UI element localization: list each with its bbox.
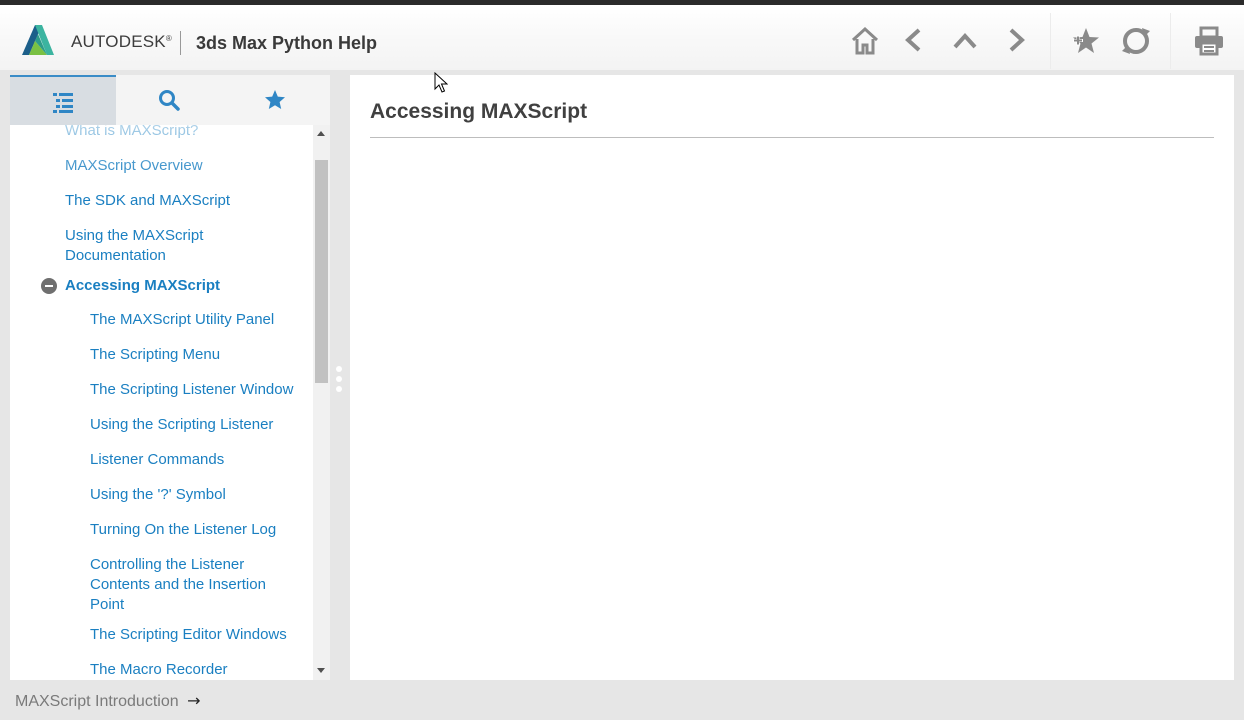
scroll-down-arrow-icon[interactable]: [317, 668, 325, 673]
navigation-tabs: [10, 75, 330, 125]
panel-resize-handle[interactable]: [336, 366, 342, 392]
toc-item[interactable]: The SDK and MAXScript: [65, 191, 295, 211]
table-of-contents-icon: [53, 93, 73, 113]
table-of-contents: What is MAXScript? MAXScript Overview Th…: [10, 125, 313, 680]
back-button[interactable]: [898, 25, 930, 57]
toc-subitem[interactable]: Controlling the Listener Contents and th…: [90, 555, 290, 615]
header-separator: [1170, 13, 1171, 69]
tab-search[interactable]: [116, 75, 222, 125]
toc-subitem[interactable]: Using the '?' Symbol: [90, 485, 305, 505]
tab-favorites[interactable]: [222, 75, 328, 125]
home-button[interactable]: [849, 25, 881, 57]
toc-subitem[interactable]: The Scripting Editor Windows: [90, 625, 305, 645]
header-divider: [180, 31, 181, 55]
toc-scrollbar-thumb[interactable]: [315, 160, 328, 383]
arrow-right-icon: →: [187, 691, 201, 710]
title-divider: [370, 137, 1214, 138]
brand-name: AUTODESK®: [71, 32, 172, 51]
toc-item-selected[interactable]: Accessing MAXScript: [65, 276, 295, 296]
print-icon: [1195, 26, 1223, 56]
collapse-icon[interactable]: [41, 278, 57, 294]
toc-subitem[interactable]: The Macro Recorder: [90, 660, 305, 680]
breadcrumb-next-link[interactable]: MAXScript Introduction →: [15, 691, 200, 711]
toc-subitem[interactable]: The MAXScript Utility Panel: [90, 310, 305, 330]
forward-button[interactable]: [1000, 25, 1032, 57]
up-icon: [953, 33, 977, 49]
print-button[interactable]: [1193, 25, 1225, 57]
scroll-up-arrow-icon[interactable]: [317, 131, 325, 136]
up-button[interactable]: [949, 25, 981, 57]
toc-subitem[interactable]: Listener Commands: [90, 450, 305, 470]
add-favorite-button[interactable]: [1070, 25, 1102, 57]
sync-button[interactable]: [1120, 25, 1152, 57]
toc-subitem[interactable]: Turning On the Listener Log: [90, 520, 305, 540]
page-title: Accessing MAXScript: [370, 100, 588, 123]
navigation-panel: What is MAXScript? MAXScript Overview Th…: [10, 75, 330, 680]
header-separator: [1050, 13, 1051, 69]
tab-contents[interactable]: [10, 75, 116, 125]
search-icon: [159, 90, 180, 111]
home-icon: [851, 26, 879, 55]
toc-item[interactable]: What is MAXScript?: [65, 125, 295, 141]
header: AUTODESK® 3ds Max Python Help: [0, 5, 1244, 70]
sync-icon: [1122, 28, 1150, 54]
toc-item[interactable]: Using the MAXScript Documentation: [65, 226, 235, 266]
favorite-add-icon: [1073, 28, 1099, 53]
mouse-pointer-icon: [434, 72, 448, 93]
forward-icon: [1009, 28, 1025, 52]
toc-subitem[interactable]: Using the Scripting Listener: [90, 415, 305, 435]
content-pane: Accessing MAXScript: [350, 75, 1234, 680]
toc-subitem[interactable]: The Scripting Menu: [90, 345, 305, 365]
favorites-star-icon: [265, 90, 285, 109]
autodesk-logo: [22, 25, 54, 55]
toc-item[interactable]: MAXScript Overview: [65, 156, 295, 176]
product-title: 3ds Max Python Help: [196, 33, 378, 53]
back-icon: [905, 28, 921, 52]
toc-subitem[interactable]: The Scripting Listener Window: [90, 380, 305, 400]
breadcrumb-label: MAXScript Introduction: [15, 693, 179, 710]
